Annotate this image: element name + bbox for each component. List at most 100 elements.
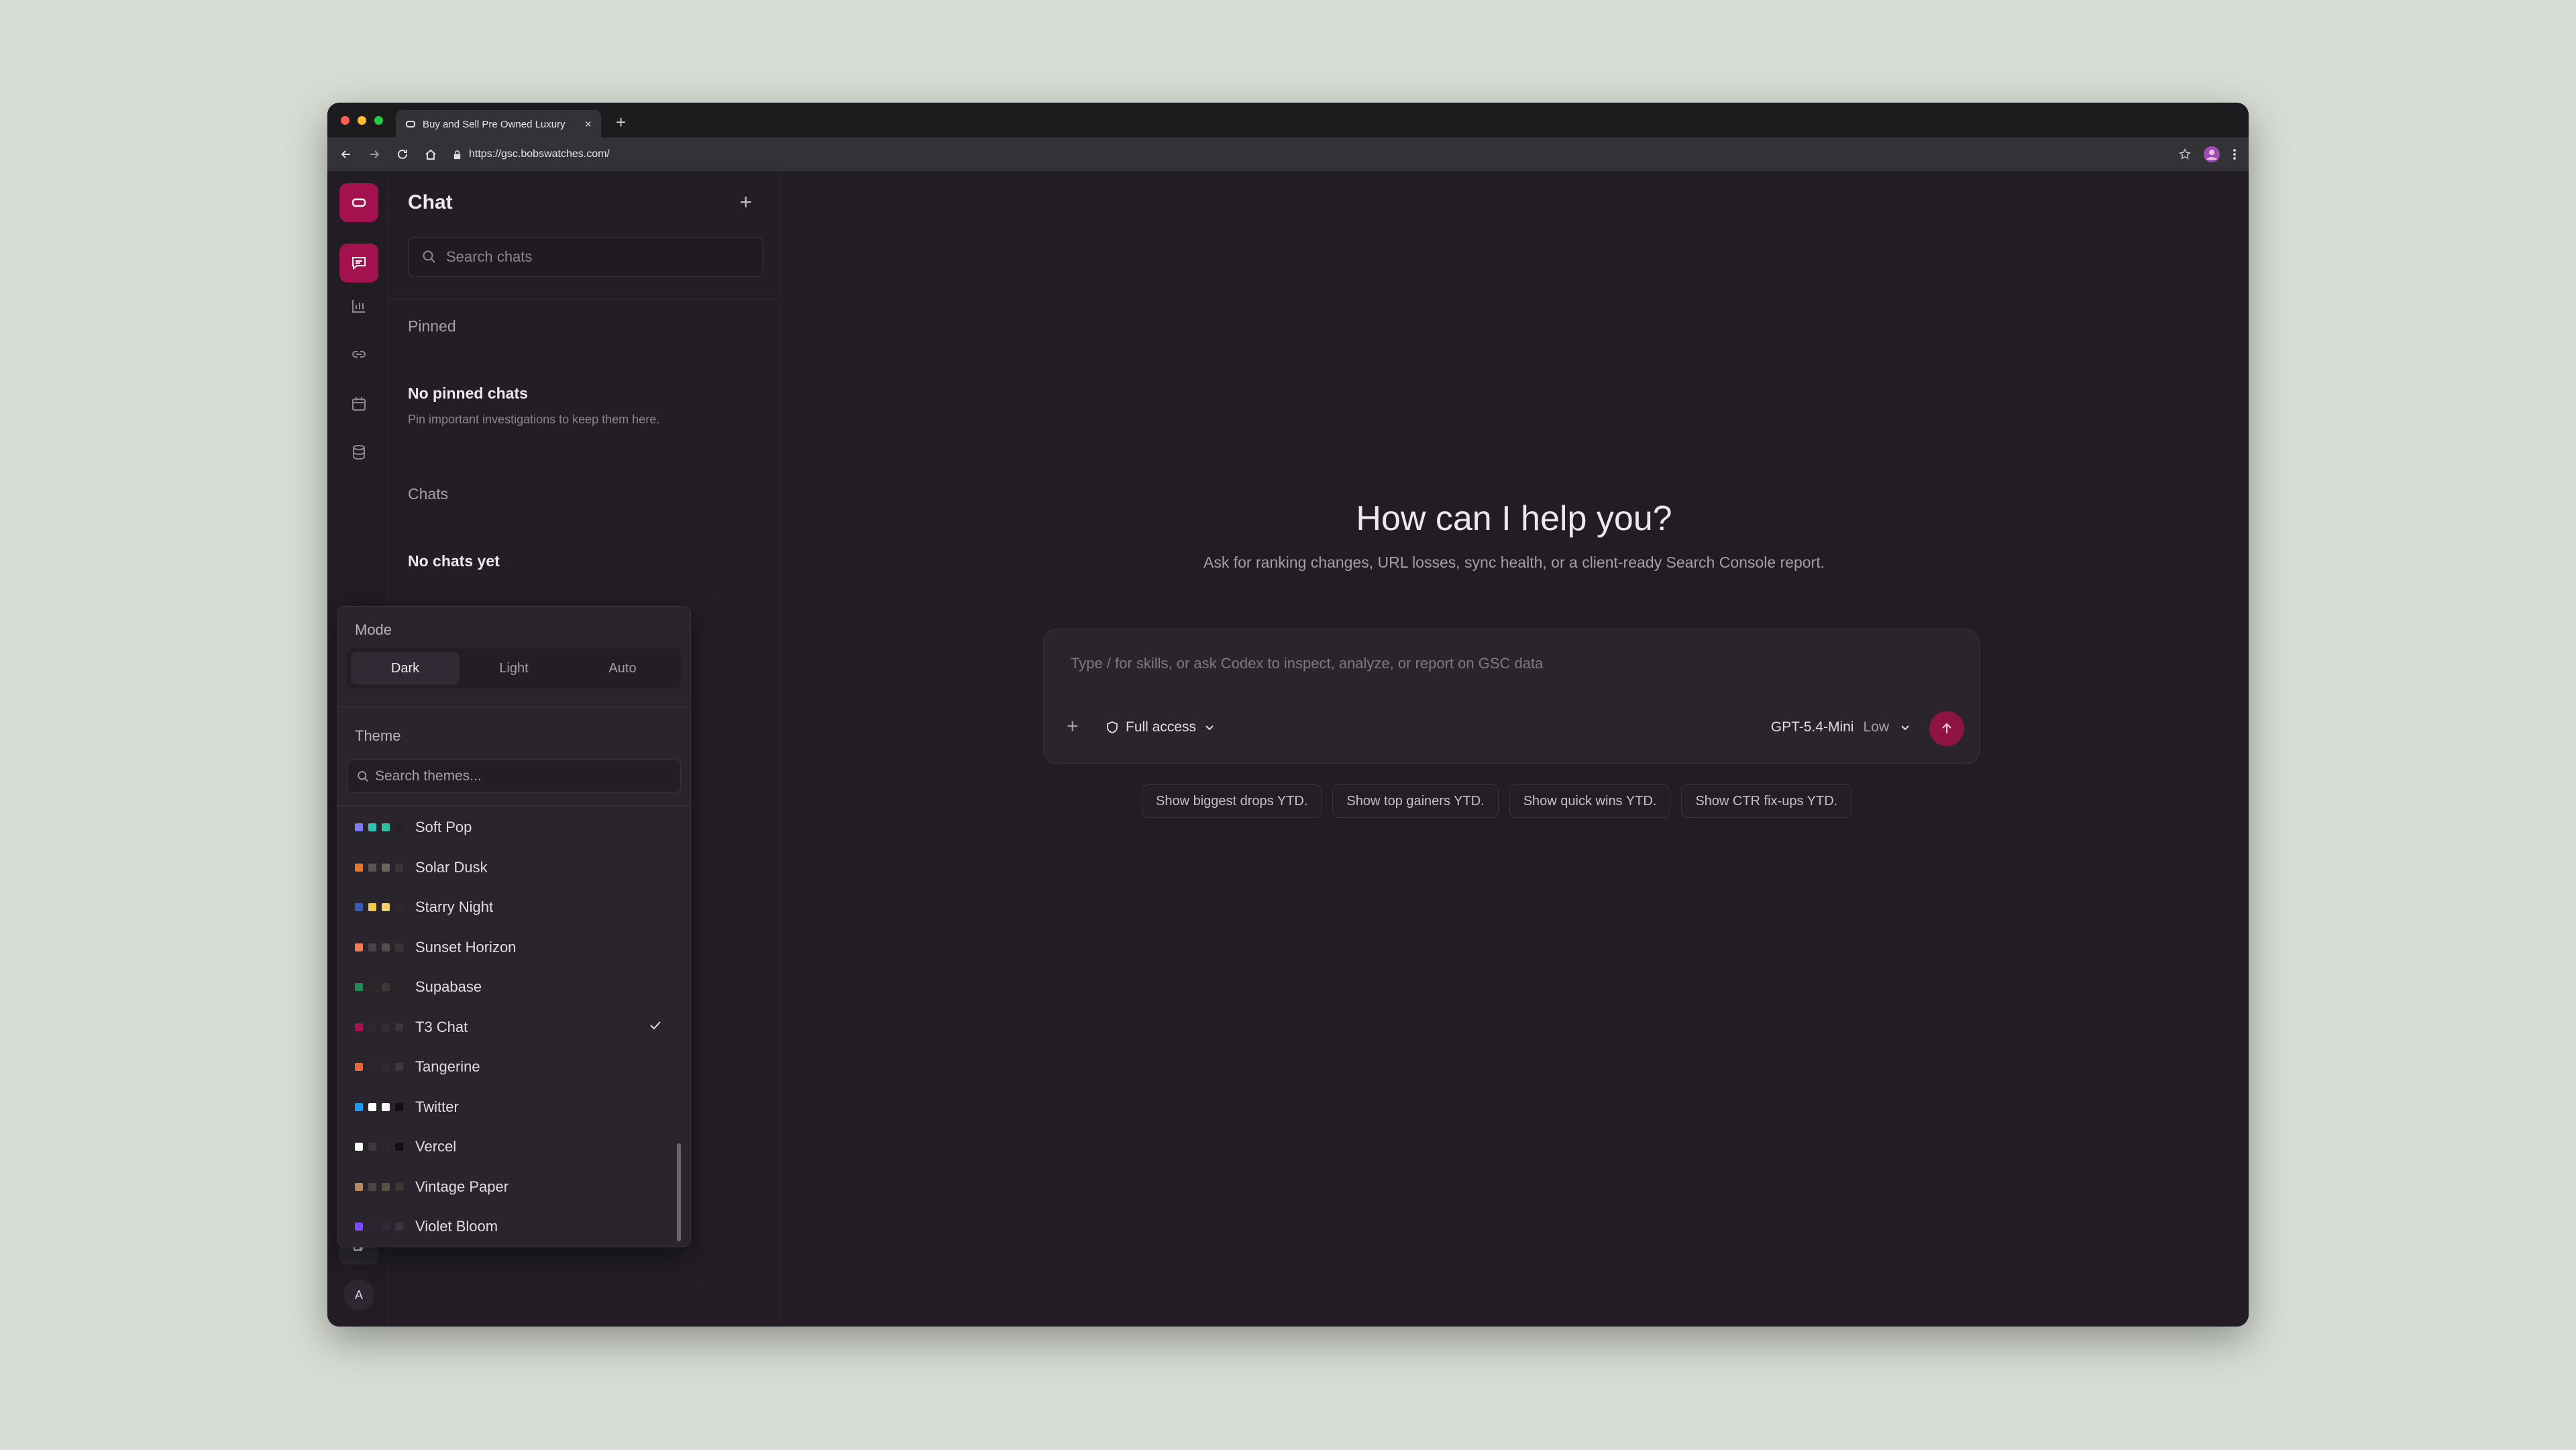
more-menu-icon[interactable] — [2233, 148, 2237, 161]
theme-swatch — [382, 1102, 390, 1111]
popover-divider — [337, 706, 690, 707]
tab-title: Buy and Sell Pre Owned Luxury — [423, 118, 566, 130]
bar-chart-icon — [352, 300, 365, 313]
theme-option[interactable]: Sunset Horizon — [355, 931, 663, 964]
theme-option[interactable]: Vercel — [355, 1130, 663, 1163]
theme-option[interactable]: Soft Pop — [355, 811, 663, 844]
theme-swatch — [395, 823, 403, 831]
user-avatar[interactable]: A — [343, 1280, 374, 1310]
theme-swatches — [355, 943, 415, 951]
mode-option-auto[interactable]: Auto — [568, 652, 677, 684]
no-pinned-subtitle: Pin important investigations to keep the… — [408, 413, 660, 426]
search-chats-input[interactable]: Search chats — [408, 237, 763, 277]
search-chats-placeholder: Search chats — [446, 248, 533, 265]
back-icon[interactable] — [339, 148, 353, 161]
theme-option[interactable]: Twitter — [355, 1090, 663, 1124]
theme-option[interactable]: Violet Bloom — [355, 1210, 663, 1243]
theme-swatch — [368, 1063, 376, 1071]
new-tab-button[interactable]: + — [616, 112, 626, 133]
nav-chat[interactable] — [339, 244, 378, 282]
database-icon — [353, 445, 365, 460]
theme-option[interactable]: Vintage Paper — [355, 1170, 663, 1204]
url-text[interactable]: https://gsc.bobswatches.com/ — [469, 148, 610, 160]
theme-swatch — [355, 1102, 363, 1111]
theme-swatch — [395, 1063, 403, 1071]
theme-swatches — [355, 863, 415, 872]
theme-option[interactable]: Tangerine — [355, 1050, 663, 1084]
theme-swatch — [395, 1182, 403, 1191]
theme-name: Starry Night — [415, 898, 494, 915]
no-chats-title: No chats yet — [408, 552, 500, 570]
profile-icon[interactable] — [2203, 146, 2220, 163]
theme-swatch — [368, 1143, 376, 1151]
theme-swatches — [355, 823, 415, 831]
theme-list: Soft Pop Solar Dusk Starry Night Sunset Hor… — [337, 808, 690, 1247]
appearance-popover: Mode Dark Light Auto Theme Search themes… — [337, 606, 691, 1247]
mode-segmented-control: Dark Light Auto — [347, 648, 681, 688]
suggestion-chip[interactable]: Show biggest drops YTD. — [1142, 784, 1322, 818]
theme-swatches — [355, 903, 415, 911]
theme-swatches — [355, 1143, 415, 1151]
theme-search-input[interactable]: Search themes... — [347, 760, 681, 793]
nav-schedule[interactable] — [346, 391, 372, 417]
chevron-down-icon — [1205, 725, 1214, 731]
theme-swatch — [395, 1223, 403, 1231]
suggestion-chips: Show biggest drops YTD. Show top gainers… — [1142, 784, 1852, 818]
mode-option-light[interactable]: Light — [460, 652, 568, 684]
theme-name: Tangerine — [415, 1058, 480, 1075]
theme-swatches — [355, 1223, 415, 1231]
new-chat-button[interactable]: + — [739, 190, 752, 215]
theme-list-scrollbar[interactable] — [677, 1143, 681, 1241]
theme-swatch — [368, 1223, 376, 1231]
theme-swatch — [368, 983, 376, 991]
tab-bar: Buy and Sell Pre Owned Luxury × + — [327, 103, 2249, 138]
theme-option[interactable]: Solar Dusk — [355, 851, 663, 884]
mode-option-dark[interactable]: Dark — [351, 652, 460, 684]
chat-icon — [352, 257, 366, 270]
theme-name: Supabase — [415, 978, 482, 995]
close-tab-icon[interactable]: × — [584, 117, 592, 132]
theme-swatch — [368, 823, 376, 831]
chats-label: Chats — [408, 485, 449, 503]
theme-swatch — [355, 903, 363, 911]
bookmark-star-icon[interactable] — [2179, 148, 2191, 160]
minimize-window-button[interactable] — [358, 116, 366, 125]
nav-analytics[interactable] — [346, 293, 372, 319]
access-dropdown[interactable]: Full access — [1106, 719, 1216, 735]
theme-option[interactable]: Starry Night — [355, 890, 663, 924]
suggestion-chip[interactable]: Show CTR fix-ups YTD. — [1681, 784, 1852, 818]
theme-name: Sunset Horizon — [415, 938, 517, 955]
browser-tab[interactable]: Buy and Sell Pre Owned Luxury × — [396, 110, 601, 138]
close-window-button[interactable] — [341, 116, 350, 125]
nav-links[interactable] — [346, 342, 372, 367]
welcome-heading: How can I help you? — [1356, 499, 1672, 538]
app-logo[interactable] — [339, 183, 378, 222]
theme-swatch — [395, 863, 403, 872]
theme-option[interactable]: T3 Chat — [355, 1011, 663, 1044]
home-icon[interactable] — [424, 148, 437, 161]
maximize-window-button[interactable] — [374, 116, 383, 125]
model-label: GPT-5.4-Mini — [1770, 719, 1854, 735]
send-button[interactable] — [1929, 711, 1964, 746]
theme-swatch — [382, 1182, 390, 1191]
composer-placeholder[interactable]: Type / for skills, or ask Codex to inspe… — [1071, 655, 1543, 672]
theme-swatch — [382, 1143, 390, 1151]
theme-option[interactable]: Supabase — [355, 970, 663, 1004]
suggestion-chip[interactable]: Show quick wins YTD. — [1509, 784, 1671, 818]
theme-swatch — [382, 823, 390, 831]
lock-icon — [453, 150, 461, 159]
model-selector[interactable]: GPT-5.4-Mini Low — [1771, 719, 1912, 735]
theme-swatch — [382, 1023, 390, 1031]
search-icon — [423, 250, 435, 263]
attach-button[interactable]: + — [1067, 715, 1079, 738]
theme-swatches — [355, 1102, 415, 1111]
theme-swatch — [395, 903, 403, 911]
theme-swatch — [355, 823, 363, 831]
forward-icon[interactable] — [368, 148, 381, 161]
theme-swatch — [368, 1102, 376, 1111]
nav-database[interactable] — [346, 439, 372, 465]
reload-icon[interactable] — [396, 148, 409, 161]
suggestion-chip[interactable]: Show top gainers YTD. — [1332, 784, 1499, 818]
chat-composer[interactable]: Type / for skills, or ask Codex to inspe… — [1043, 629, 1980, 764]
theme-swatch — [355, 1182, 363, 1191]
